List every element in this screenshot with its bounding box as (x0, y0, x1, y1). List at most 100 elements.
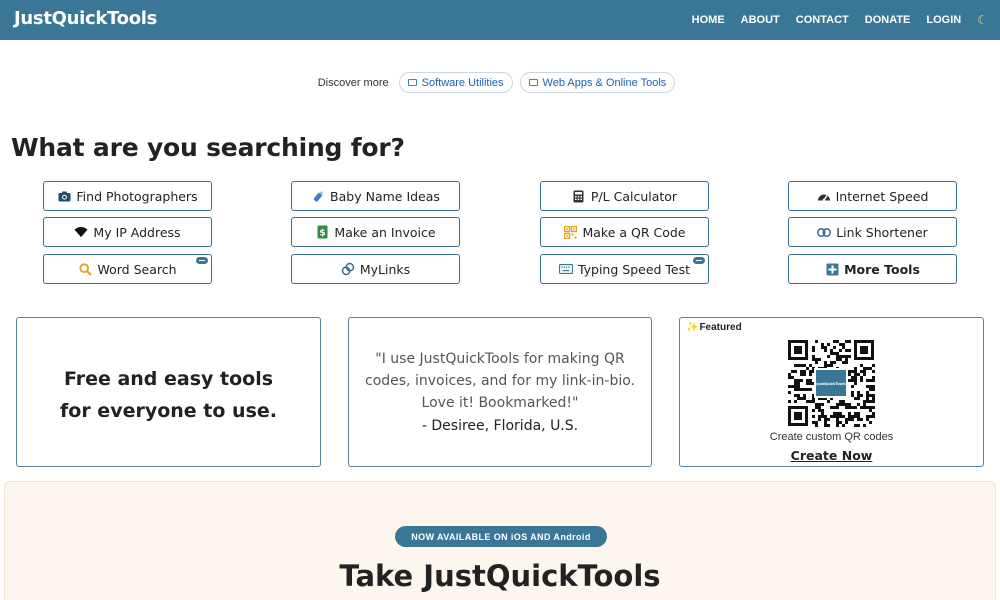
tool-typing-speed-test[interactable]: Typing Speed Test (540, 254, 709, 284)
qr-module (860, 370, 863, 373)
qr-module (800, 397, 803, 400)
tool-find-photographers[interactable]: Find Photographers (43, 181, 212, 211)
qr-module (818, 418, 821, 421)
tool-pl-calculator[interactable]: P/L Calculator (540, 181, 709, 211)
tool-word-search[interactable]: Word Search (43, 254, 212, 284)
quote-line: "I use JustQuickTools for making QR (375, 351, 625, 367)
create-now-link[interactable]: Create Now (680, 448, 983, 463)
qr-module (842, 415, 845, 418)
qr-module (857, 373, 860, 376)
tool-mylinks[interactable]: MyLinks (291, 254, 460, 284)
qr-module (860, 376, 863, 379)
qr-module (806, 382, 809, 385)
tool-label: My IP Address (93, 224, 181, 240)
qr-module (848, 418, 851, 421)
tool-label: Internet Speed (835, 188, 929, 204)
qr-module (791, 370, 794, 373)
qr-module (827, 364, 830, 367)
qr-module (869, 421, 872, 424)
qr-module (854, 424, 857, 427)
qr-module (851, 391, 854, 394)
tool-label: MyLinks (359, 261, 411, 277)
qr-module (839, 343, 842, 346)
qr-module (866, 391, 869, 394)
tool-my-ip-address[interactable]: My IP Address (43, 217, 212, 247)
pill-label: Web Apps & Online Tools (542, 76, 667, 89)
qr-module (827, 343, 830, 346)
qr-module (845, 418, 848, 421)
featured-text: Featured (699, 322, 742, 333)
qr-module (857, 403, 860, 406)
pill-software-utilities[interactable]: Software Utilities (398, 72, 513, 93)
qr-module (830, 364, 833, 367)
qr-module (833, 412, 836, 415)
nav-donate[interactable]: DONATE (865, 14, 911, 26)
qr-module (833, 406, 836, 409)
qr-module (812, 415, 815, 418)
wifi-icon (74, 225, 88, 239)
tool-link-shortener[interactable]: Link Shortener (788, 217, 957, 247)
nav-about[interactable]: ABOUT (741, 14, 780, 26)
qr-module (821, 409, 824, 412)
moon-icon[interactable]: ☾ (977, 13, 988, 27)
tool-label: P/L Calculator (590, 188, 678, 204)
qr-module (827, 418, 830, 421)
qr-module (797, 364, 800, 367)
tool-more-tools[interactable]: More Tools (788, 254, 957, 284)
qr-module (815, 406, 818, 409)
qr-module (848, 340, 851, 343)
qr-module (848, 403, 851, 406)
sparkle-icon: ✨ (686, 322, 699, 333)
qr-module (854, 415, 857, 418)
tool-baby-name-ideas[interactable]: Baby Name Ideas (291, 181, 460, 211)
nav-login[interactable]: LOGIN (926, 14, 961, 26)
tool-internet-speed[interactable]: Internet Speed (788, 181, 957, 211)
nav-links: HOME ABOUT CONTACT DONATE LOGIN ☾ (676, 0, 988, 40)
qr-module (824, 415, 827, 418)
qr-module (800, 388, 803, 391)
nav-home[interactable]: HOME (692, 14, 725, 26)
magnifier-icon (78, 262, 92, 276)
qr-module (821, 403, 824, 406)
qr-module (809, 364, 812, 367)
tool-make-an-invoice[interactable]: $ Make an Invoice (291, 217, 460, 247)
tool-make-a-qr-code[interactable]: Make a QR Code (540, 217, 709, 247)
qr-module (839, 421, 842, 424)
qr-module (863, 370, 866, 373)
qr-module (833, 352, 836, 355)
qr-module (860, 394, 863, 397)
qr-module (839, 355, 842, 358)
tool-label: Make a QR Code (582, 224, 686, 240)
featured-qr-code[interactable]: JustQuickTools (786, 338, 876, 428)
qr-module (851, 418, 854, 421)
pill-web-apps[interactable]: Web Apps & Online Tools (519, 72, 676, 93)
qr-module (788, 391, 791, 394)
qr-module (830, 352, 833, 355)
qr-module (815, 358, 818, 361)
qr-module (815, 361, 818, 364)
qr-module (809, 382, 812, 385)
qr-module (845, 340, 848, 343)
qr-module (869, 400, 872, 403)
qr-module (869, 379, 872, 382)
qr-module (836, 403, 839, 406)
qr-module (851, 415, 854, 418)
qr-module (803, 388, 806, 391)
site-logo[interactable]: JustQuickTools (14, 8, 157, 29)
qr-module (842, 346, 845, 349)
tagline: Free and easy tools for everyone to use. (17, 363, 320, 427)
qr-module (854, 382, 857, 385)
qr-module (839, 358, 842, 361)
qr-module (860, 418, 863, 421)
qr-module (824, 346, 827, 349)
top-navbar: JustQuickTools HOME ABOUT CONTACT DONATE… (0, 0, 1000, 40)
qr-module (839, 412, 842, 415)
qr-module (824, 349, 827, 352)
qr-module (845, 358, 848, 361)
qr-module (812, 400, 815, 403)
discover-more-bar: Discover more Software Utilities Web App… (0, 72, 1000, 93)
qr-module (857, 424, 860, 427)
qr-module (854, 379, 857, 382)
qr-module (797, 379, 800, 382)
nav-contact[interactable]: CONTACT (796, 14, 849, 26)
